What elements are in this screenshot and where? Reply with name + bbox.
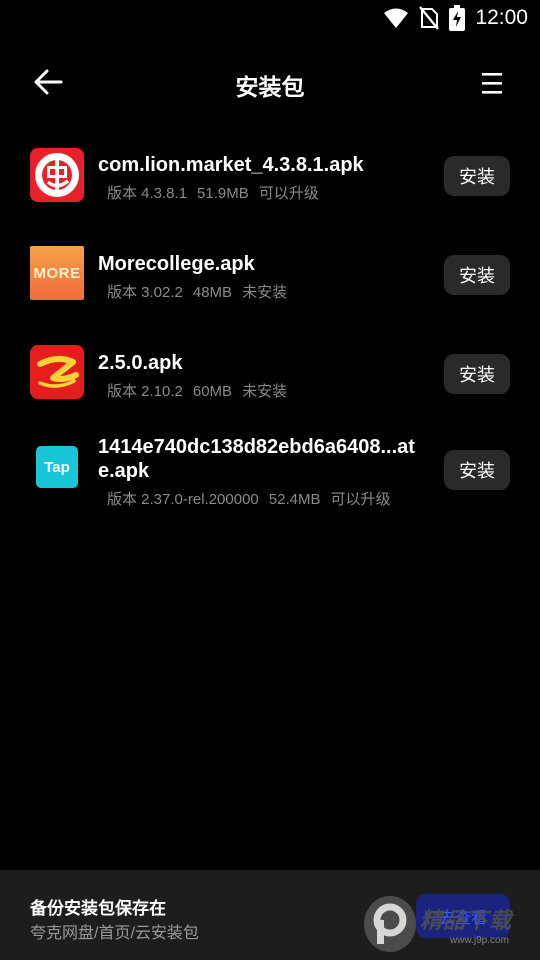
- watermark-sub: www.j9p.com: [450, 934, 509, 946]
- status-time: 12:00: [475, 6, 528, 29]
- menu-button[interactable]: [474, 66, 510, 100]
- package-meta: 版本 2.10.2 60MB 未安装: [107, 380, 297, 401]
- backup-info-bar: 备份安装包保存在 夸克网盘/首页/云安装包 去查看 精品下载 www.j9p.c…: [0, 870, 540, 960]
- watermark: 精品下载 www.j9p.com: [364, 894, 534, 954]
- menu-icon: [482, 73, 502, 94]
- package-version: 版本 2.10.2: [107, 383, 183, 400]
- z-app-icon: [30, 345, 84, 399]
- watermark-logo-icon: [364, 896, 416, 952]
- chong-app-icon: [30, 148, 84, 202]
- package-version: 版本 3.02.2: [107, 284, 183, 301]
- tap-icon-label: Tap: [44, 458, 70, 476]
- package-size: 52.4MB: [268, 491, 321, 508]
- package-version: 版本 2.37.0-rel.200000: [107, 491, 259, 508]
- package-name: 2.5.0.apk: [98, 352, 183, 374]
- backup-title: 备份安装包保存在: [30, 899, 166, 918]
- package-meta: 版本 2.37.0-rel.200000 52.4MB 可以升级: [107, 488, 400, 509]
- package-meta: 版本 3.02.2 48MB 未安装: [107, 281, 297, 302]
- package-size: 60MB: [192, 383, 233, 400]
- package-name: Morecollege.apk: [98, 253, 255, 275]
- list-item: Tap 1414e740dc138d82ebd6a6408...ate.apk …: [0, 432, 540, 532]
- package-status: 可以升级: [258, 185, 319, 202]
- install-button[interactable]: 安装: [444, 255, 510, 295]
- list-item: 2.5.0.apk 版本 2.10.2 60MB 未安装 安装: [0, 333, 540, 432]
- wifi-icon: [383, 7, 409, 29]
- package-list: com.lion.market_4.3.8.1.apk 版本 4.3.8.1 51…: [0, 135, 540, 532]
- list-item: com.lion.market_4.3.8.1.apk 版本 4.3.8.1 51…: [0, 135, 540, 234]
- package-meta: 版本 4.3.8.1 51.9MB 可以升级: [107, 182, 329, 203]
- watermark-text: 精品下载 www.j9p.com: [420, 903, 512, 946]
- package-size: 51.9MB: [197, 185, 249, 202]
- package-name: 1414e740dc138d82ebd6a6408...ate.apk: [98, 436, 415, 482]
- status-bar: 12:00: [0, 0, 540, 36]
- no-sim-icon: [419, 6, 440, 30]
- package-version: 版本 4.3.8.1: [107, 185, 188, 202]
- package-size: 48MB: [192, 284, 233, 301]
- list-item: MORE Morecollege.apk 版本 3.02.2 48MB 未安装 安装: [0, 234, 540, 333]
- backup-path: 夸克网盘/首页/云安装包: [30, 925, 199, 942]
- battery-charging-icon: [449, 5, 466, 31]
- package-name: com.lion.market_4.3.8.1.apk: [98, 154, 364, 176]
- page-title: 安装包: [235, 74, 305, 100]
- package-status: 未安装: [242, 284, 288, 301]
- package-status: 未安装: [242, 383, 288, 400]
- more-app-icon: MORE: [30, 246, 84, 300]
- app-bar: 安装包: [0, 52, 540, 112]
- tap-app-icon: Tap: [36, 446, 78, 488]
- install-button[interactable]: 安装: [444, 354, 510, 394]
- more-icon-label: MORE: [33, 264, 81, 282]
- install-button[interactable]: 安装: [444, 450, 510, 490]
- watermark-main: 精品下载: [420, 907, 513, 933]
- install-button[interactable]: 安装: [444, 156, 510, 196]
- package-status: 可以升级: [330, 491, 391, 508]
